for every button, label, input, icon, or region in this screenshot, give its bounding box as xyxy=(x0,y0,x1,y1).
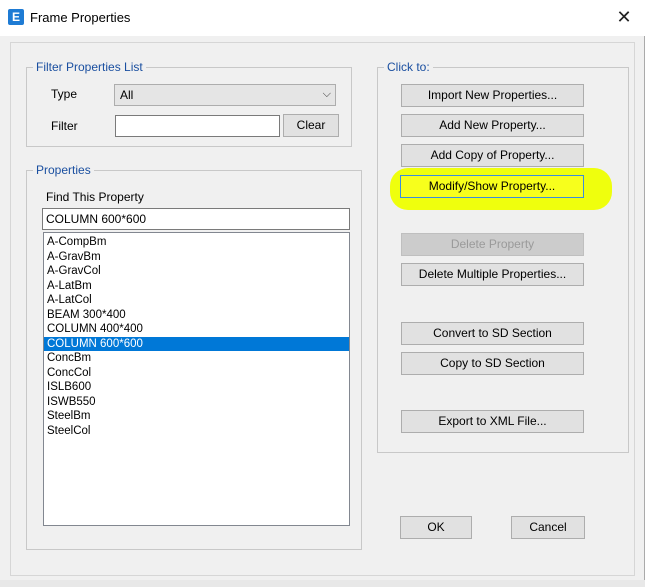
taskbar-strip xyxy=(0,580,645,587)
list-item[interactable]: ISLB600 xyxy=(44,380,349,395)
list-item[interactable]: A-LatBm xyxy=(44,279,349,294)
filter-input[interactable] xyxy=(115,115,280,137)
list-item[interactable]: ConcBm xyxy=(44,351,349,366)
list-item[interactable]: ISWB550 xyxy=(44,395,349,410)
list-item[interactable]: SteelCol xyxy=(44,424,349,439)
properties-listbox[interactable]: A-CompBm A-GravBm A-GravCol A-LatBm A-LatCol… xyxy=(43,232,350,526)
list-item[interactable]: ConcCol xyxy=(44,366,349,381)
delete-multiple-properties-button[interactable]: Delete Multiple Properties... xyxy=(401,263,584,286)
add-new-property-button[interactable]: Add New Property... xyxy=(401,114,584,137)
convert-to-sd-section-button[interactable]: Convert to SD Section xyxy=(401,322,584,345)
list-item[interactable]: A-GravCol xyxy=(44,264,349,279)
ok-button[interactable]: OK xyxy=(400,516,472,539)
clear-button[interactable]: Clear xyxy=(283,114,339,137)
title-bar: E Frame Properties ✕ xyxy=(0,0,645,36)
window-title: Frame Properties xyxy=(30,10,131,25)
list-item[interactable]: COLUMN 600*600 xyxy=(44,336,349,351)
type-select-value: All xyxy=(120,88,134,102)
find-property-input[interactable]: COLUMN 600*600 xyxy=(42,208,350,230)
click-to-group-label: Click to: xyxy=(384,60,433,74)
close-icon[interactable]: ✕ xyxy=(604,4,644,32)
modify-show-property-button[interactable]: Modify/Show Property... xyxy=(400,175,584,198)
frame-properties-dialog: E Frame Properties ✕ Filter Properties L… xyxy=(0,0,645,580)
list-item[interactable]: A-CompBm xyxy=(44,235,349,250)
list-item[interactable]: BEAM 300*400 xyxy=(44,308,349,323)
chevron-down-icon: ⌵ xyxy=(322,87,331,100)
type-label: Type xyxy=(51,87,78,101)
filter-group-label: Filter Properties List xyxy=(33,60,146,74)
list-item[interactable]: COLUMN 400*400 xyxy=(44,322,349,337)
find-property-label: Find This Property xyxy=(46,190,144,204)
properties-group-label: Properties xyxy=(33,163,94,177)
delete-property-button[interactable]: Delete Property xyxy=(401,233,584,256)
type-select[interactable]: All ⌵ xyxy=(114,84,336,106)
cancel-button[interactable]: Cancel xyxy=(511,516,585,539)
list-item[interactable]: SteelBm xyxy=(44,409,349,424)
add-copy-of-property-button[interactable]: Add Copy of Property... xyxy=(401,144,584,167)
app-icon: E xyxy=(8,9,24,25)
copy-to-sd-section-button[interactable]: Copy to SD Section xyxy=(401,352,584,375)
list-item[interactable]: A-GravBm xyxy=(44,250,349,265)
import-new-properties-button[interactable]: Import New Properties... xyxy=(401,84,584,107)
filter-label: Filter xyxy=(51,119,78,133)
list-item[interactable]: A-LatCol xyxy=(44,293,349,308)
export-to-xml-file-button[interactable]: Export to XML File... xyxy=(401,410,584,433)
